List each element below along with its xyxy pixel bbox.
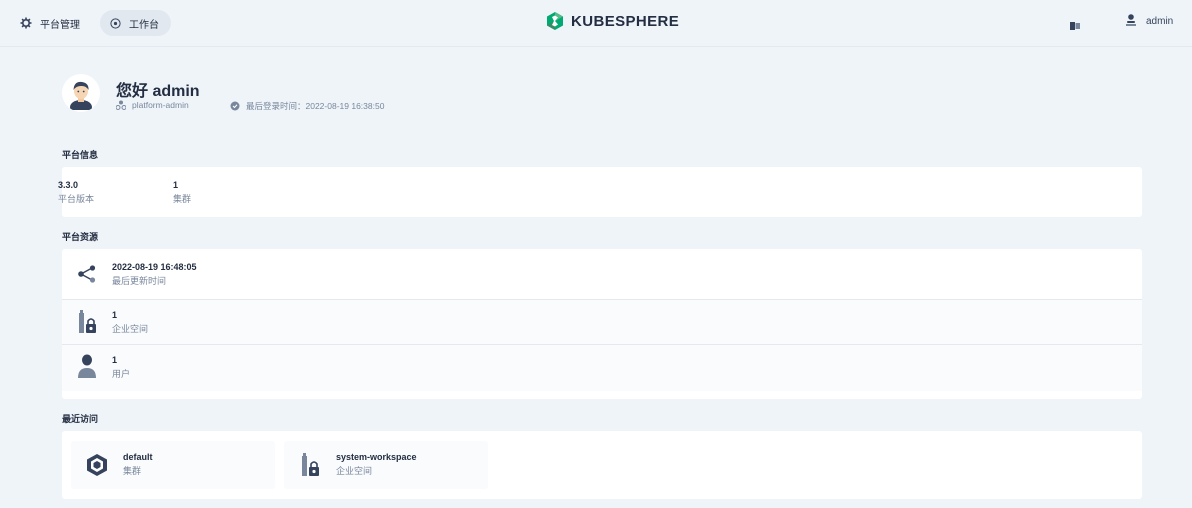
recent-item-default[interactable]: default 集群: [71, 441, 275, 489]
platform-management-label: 平台管理: [40, 19, 80, 31]
last-updated-label: 最后更新时间: [112, 276, 167, 286]
recent-item-name: system-workspace: [336, 452, 417, 462]
recent-item-text: system-workspace 企业空间: [336, 451, 417, 479]
role-icon: [116, 100, 126, 110]
user-menu[interactable]: admin: [1126, 14, 1173, 29]
recent-item-type: 集群: [123, 466, 142, 476]
recent-item-type: 企业空间: [336, 466, 373, 476]
gear-icon: [20, 17, 32, 29]
workbench-button[interactable]: 工作台: [100, 10, 171, 36]
workspace-count-label: 企业空间: [112, 324, 149, 334]
cluster-icon: [85, 453, 109, 477]
cluster-count-value: 1: [173, 180, 179, 190]
cluster-count-stat: 1 集群: [173, 179, 191, 207]
platform-version-stat: 3.3.0 平台版本: [58, 179, 94, 207]
resource-row-last-updated: 2022-08-19 16:48:05 最后更新时间: [62, 249, 1142, 299]
workspace-count-value: 1: [112, 310, 118, 320]
platform-version-label: 平台版本: [58, 194, 95, 204]
user-count-label: 用户: [112, 369, 131, 379]
platform-version-value: 3.3.0: [58, 180, 79, 190]
platform-resources-card: 2022-08-19 16:48:05 最后更新时间 1 企业空间 1 用户: [62, 249, 1142, 399]
platform-info-title: 平台信息: [62, 150, 99, 160]
resource-row-workspaces[interactable]: 1 企业空间: [62, 299, 1142, 344]
user-icon: [1126, 14, 1136, 29]
top-navigation-bar: 平台管理 工作台 KUBESPHERE admin: [0, 0, 1192, 47]
logo-text: KUBESPHERE: [571, 12, 680, 30]
nav-left-group: 平台管理 工作台: [16, 10, 171, 36]
clock-icon: [230, 101, 240, 111]
avatar: [62, 74, 100, 112]
resource-row-text: 2022-08-19 16:48:05 最后更新时间: [112, 261, 197, 289]
greeting-title: 您好 admin: [116, 83, 200, 100]
user-count-value: 1: [112, 355, 118, 365]
kubesphere-logo[interactable]: KUBESPHERE: [545, 11, 679, 31]
last-login: 最后登录时间：2022-08-19 16:38:50: [230, 100, 384, 112]
workbench-label: 工作台: [129, 19, 159, 31]
user-name: admin: [1146, 16, 1174, 27]
user-icon: [76, 354, 98, 378]
resource-row-text: 1 用户: [112, 354, 130, 382]
platform-resources-title: 平台资源: [62, 232, 99, 242]
last-login-text: 最后登录时间：2022-08-19 16:38:50: [246, 101, 385, 111]
kubesphere-logo-icon: [547, 12, 563, 30]
last-updated-value: 2022-08-19 16:48:05: [112, 262, 197, 272]
user-role-text: platform-admin: [132, 100, 189, 110]
share-nodes-icon: [76, 263, 98, 285]
recent-item-system-workspace[interactable]: system-workspace 企业空间: [284, 441, 488, 489]
workspace-lock-icon: [76, 310, 98, 333]
resource-row-users[interactable]: 1 用户: [62, 344, 1142, 391]
user-role: platform-admin: [116, 100, 189, 110]
recent-visits-title: 最近访问: [62, 414, 99, 424]
cluster-count-label: 集群: [173, 194, 192, 204]
docs-icon[interactable]: [1070, 17, 1080, 35]
resource-row-text: 1 企业空间: [112, 309, 148, 337]
platform-info-card: 3.3.0 平台版本 1 集群: [58, 167, 1142, 217]
recent-item-name: default: [123, 452, 153, 462]
recent-item-text: default 集群: [123, 451, 153, 479]
workspace-lock-icon: [298, 453, 322, 477]
platform-management-button[interactable]: 平台管理: [16, 10, 90, 36]
recent-visits-card: default 集群 system-workspace 企业空间: [62, 431, 1142, 499]
clock-icon: [110, 17, 121, 29]
